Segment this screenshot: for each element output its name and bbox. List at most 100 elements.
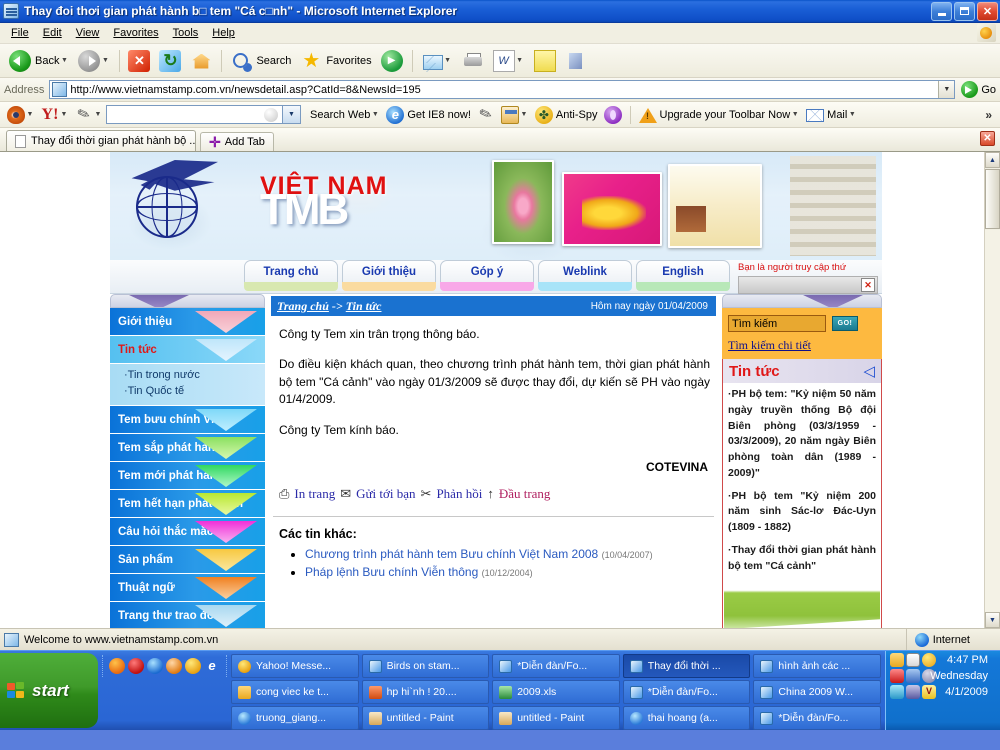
scroll-thumb[interactable] bbox=[985, 169, 1000, 229]
tray-updates-icon[interactable] bbox=[890, 685, 904, 699]
upgrade-toolbar-button[interactable]: Upgrade your Toolbar Now ▼ bbox=[636, 106, 804, 124]
nav-item-weblink[interactable]: Weblink bbox=[538, 260, 632, 291]
chevron-down-icon[interactable]: ▼ bbox=[847, 111, 857, 118]
system-clock[interactable]: 4:47 PM Wednesday 4/1/2009 bbox=[930, 653, 988, 701]
list-item[interactable]: Pháp lệnh Bưu chính Viễn thông (10/12/20… bbox=[305, 565, 716, 579]
chevron-down-icon[interactable]: ▼ bbox=[282, 106, 300, 123]
yahoo-companion-button[interactable]: ▼ bbox=[4, 105, 38, 124]
news-item[interactable]: PH bộ tem "Kỷ niệm 200 năm sinh Sác-lơ Đ… bbox=[728, 489, 876, 536]
sidebar-item-san-pham[interactable]: Sản phẩm bbox=[110, 546, 265, 574]
tray-mail-icon[interactable] bbox=[890, 653, 904, 667]
chevron-down-icon[interactable]: ▼ bbox=[519, 111, 529, 118]
address-input[interactable]: http://www.vietnamstamp.com.vn/newsdetai… bbox=[49, 80, 956, 99]
send-to-friend-link[interactable]: Gửi tới bạn bbox=[356, 486, 415, 502]
media-button[interactable] bbox=[377, 48, 407, 74]
taskbar-button[interactable]: hp hi`nh ! 20.... bbox=[361, 680, 490, 704]
sidebar-item-tin-tuc[interactable]: Tin tức bbox=[110, 336, 265, 364]
chevron-down-icon[interactable]: ▼ bbox=[790, 111, 800, 118]
tray-antivirus-icon[interactable] bbox=[890, 669, 904, 683]
back-to-top-link[interactable]: Đầu trang bbox=[499, 486, 551, 502]
minimize-button[interactable] bbox=[931, 1, 952, 21]
sidebar-item-cau-hoi-thac-mac[interactable]: Câu hỏi thắc mắc bbox=[110, 518, 265, 546]
address-dropdown-icon[interactable]: ▼ bbox=[938, 81, 955, 98]
yahoo-search-input[interactable]: ▼ bbox=[106, 105, 301, 124]
back-button[interactable]: Back ▼ bbox=[5, 48, 73, 74]
taskbar-button[interactable]: cong viec ke t... bbox=[231, 680, 359, 704]
taskbar-button[interactable]: untitled - Paint bbox=[361, 706, 490, 730]
chevron-down-icon[interactable]: ▼ bbox=[443, 57, 453, 64]
taskbar-button[interactable]: Yahoo! Messe... bbox=[231, 654, 359, 678]
sidebar-subitem-tin-trong-nuoc[interactable]: Tin trong nước bbox=[124, 367, 265, 383]
sidebar-item-thuat-ngu[interactable]: Thuật ngữ bbox=[110, 574, 265, 602]
sidebar-item-tem-buu-chinh-vn[interactable]: Tem bưu chính VN bbox=[110, 406, 265, 434]
start-button[interactable]: start bbox=[0, 653, 98, 728]
taskbar-button[interactable]: China 2009 W... bbox=[753, 680, 881, 704]
scroll-up-button[interactable]: ▲ bbox=[985, 152, 1000, 168]
nav-item-gop-y[interactable]: Góp ý bbox=[440, 260, 534, 291]
taskbar-button[interactable]: hình ảnh các ... bbox=[753, 654, 881, 678]
tray-security-icon[interactable] bbox=[906, 685, 920, 699]
close-toolbar-button[interactable]: ✕ bbox=[980, 131, 995, 146]
menu-file[interactable]: File bbox=[4, 25, 36, 41]
vertical-scrollbar[interactable]: ▲ ▼ bbox=[984, 152, 1000, 628]
menu-favorites[interactable]: Favorites bbox=[106, 25, 165, 41]
taskbar-button[interactable]: thai hoang (a... bbox=[622, 706, 751, 730]
favorites-button[interactable]: ★ Favorites bbox=[296, 48, 375, 74]
scroll-down-button[interactable]: ▼ bbox=[985, 612, 1000, 628]
mail-toolbar-button[interactable]: Mail ▼ bbox=[803, 107, 860, 122]
maximize-button[interactable] bbox=[954, 1, 975, 21]
edit-button[interactable] bbox=[561, 48, 591, 74]
chevron-down-icon[interactable]: ▼ bbox=[59, 57, 69, 64]
scroll-track[interactable] bbox=[985, 230, 1000, 612]
chevron-down-icon[interactable]: ▼ bbox=[59, 111, 69, 118]
menu-edit[interactable]: Edit bbox=[36, 25, 69, 41]
advanced-search-link[interactable]: Tìm kiếm chi tiết bbox=[728, 338, 811, 352]
realplayer-icon[interactable] bbox=[166, 658, 182, 674]
tray-network-icon[interactable] bbox=[906, 669, 920, 683]
print-page-link[interactable]: In trang bbox=[294, 486, 335, 502]
taskbar-button[interactable]: truong_giang... bbox=[231, 706, 359, 730]
breadcrumb-current[interactable]: Tin tức bbox=[346, 299, 382, 313]
home-button[interactable] bbox=[186, 48, 216, 74]
taskbar-button[interactable]: Birds on stam... bbox=[361, 654, 490, 678]
sidebar-subitem-tin-quoc-te[interactable]: Tin Quốc tế bbox=[124, 383, 265, 399]
sidebar-item-tem-moi-phat-hanh[interactable]: Tem mới phát hành bbox=[110, 462, 265, 490]
sidebar-item-trang-thu-trao-doi[interactable]: Trang thư trao đổi bbox=[110, 602, 265, 628]
feedback-link[interactable]: Phản hồi bbox=[436, 486, 482, 502]
pencil-button[interactable]: ✎ bbox=[474, 104, 498, 124]
sidebar-item-tem-het-han-phat-hanh[interactable]: Tem hết hạn phát hành bbox=[110, 490, 265, 518]
chevron-down-icon[interactable]: ▼ bbox=[515, 57, 525, 64]
breadcrumb-home[interactable]: Trang chủ bbox=[277, 299, 329, 313]
highlight-pen-button[interactable]: ✎ ▼ bbox=[72, 104, 106, 124]
nav-item-english[interactable]: English bbox=[636, 260, 730, 291]
print-button[interactable] bbox=[458, 48, 488, 74]
word-button[interactable]: ▼ bbox=[489, 48, 529, 74]
firefox-icon[interactable] bbox=[109, 658, 125, 674]
taskbar-button-active[interactable]: Thay đổi thời ... bbox=[622, 654, 751, 678]
search-go-button[interactable]: GO! bbox=[832, 316, 858, 331]
sidebar-item-gioi-thieu[interactable]: Giới thiệu bbox=[110, 308, 265, 336]
search-input[interactable] bbox=[728, 315, 826, 332]
nav-item-gioi-thieu[interactable]: Giới thiệu bbox=[342, 260, 436, 291]
other-news-link[interactable]: Chương trình phát hành tem Bưu chính Việ… bbox=[305, 547, 598, 561]
opera-icon[interactable] bbox=[128, 658, 144, 674]
taskbar-button[interactable]: untitled - Paint bbox=[492, 706, 620, 730]
nav-item-trang-chu[interactable]: Trang chủ bbox=[244, 260, 338, 291]
toolbar-overflow-button[interactable]: » bbox=[985, 108, 996, 122]
anti-spy-button[interactable]: Anti-Spy bbox=[532, 105, 601, 124]
notes-button[interactable] bbox=[530, 48, 560, 74]
menu-view[interactable]: View bbox=[69, 25, 107, 41]
yahoo-messenger-icon[interactable] bbox=[185, 658, 201, 674]
chevron-down-icon[interactable]: ▼ bbox=[370, 111, 380, 118]
refresh-button[interactable] bbox=[155, 48, 185, 74]
add-tab-button[interactable]: ✛ Add Tab bbox=[200, 132, 274, 151]
taskbar-button[interactable]: 2009.xls bbox=[492, 680, 620, 704]
taskbar-button[interactable]: *Diễn đàn/Fo... bbox=[492, 654, 620, 678]
get-ie8-button[interactable]: Get IE8 now! bbox=[383, 105, 474, 124]
music-button[interactable] bbox=[601, 105, 625, 124]
menu-tools[interactable]: Tools bbox=[166, 25, 206, 41]
chevron-down-icon[interactable]: ▼ bbox=[100, 57, 110, 64]
close-button[interactable]: ✕ bbox=[977, 1, 998, 21]
go-button[interactable]: Go bbox=[961, 81, 996, 98]
menu-help[interactable]: Help bbox=[205, 25, 242, 41]
